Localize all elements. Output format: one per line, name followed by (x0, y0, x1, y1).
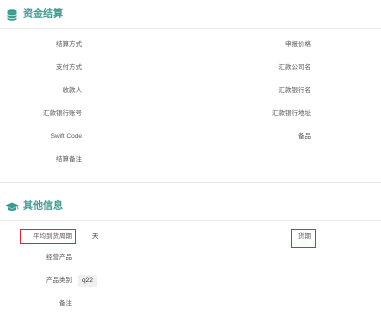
remit-bank-account-label: 汇款银行账号 (43, 110, 82, 117)
category-label: 产品类别 (46, 277, 72, 284)
settlement-remark-label: 结算备注 (56, 156, 82, 163)
other-section-title: 其他信息 (23, 201, 63, 212)
settlement-section-header: 资金结算 (0, 4, 381, 26)
settlement-section-title: 资金结算 (23, 9, 63, 20)
remark-label: 备注 (59, 300, 72, 307)
category-tag: q22 (78, 275, 97, 287)
spare-parts-label: 备品 (298, 133, 311, 140)
payment-method-label: 支付方式 (56, 64, 82, 71)
avg-lead-time-value: 天 (92, 232, 99, 240)
remit-company-label: 汇款公司名 (278, 64, 312, 71)
settlement-divider (0, 28, 381, 29)
declared-price-label: 申报价格 (285, 41, 311, 48)
remit-bank-address-label: 汇款银行地址 (272, 110, 311, 117)
avg-lead-time-label: 平均到货周期 (33, 232, 72, 240)
other-section-header: 其他信息 (0, 196, 381, 218)
database-icon (5, 8, 19, 22)
swift-code-label: Swift Code (50, 133, 82, 140)
products-label: 经营产品 (46, 254, 72, 261)
remit-bank-name-label: 汇款银行名 (278, 87, 312, 94)
other-divider (0, 220, 381, 221)
graduation-cap-icon (5, 200, 19, 214)
settlement-method-label: 结算方式 (56, 41, 82, 48)
payment-term-label: 货期 (298, 232, 311, 240)
other-top-divider (0, 182, 381, 183)
page: 资金结算 结算方式 支付方式 收款人 汇款银行账号 Swift Code 结算备… (0, 0, 381, 323)
payee-label: 收款人 (62, 87, 83, 94)
